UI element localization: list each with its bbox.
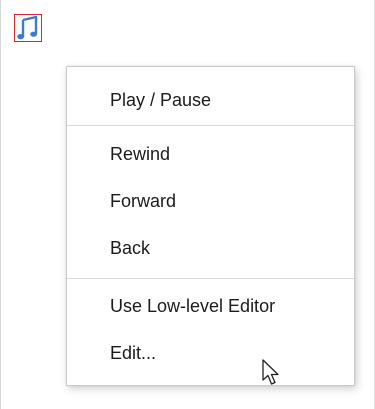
menu-item-rewind[interactable]: Rewind xyxy=(67,131,354,177)
music-control-button[interactable] xyxy=(14,14,42,42)
music-note-icon xyxy=(17,16,38,40)
menu-item-back[interactable]: Back xyxy=(67,225,354,271)
menu-item-use-low-level-editor[interactable]: Use Low-level Editor xyxy=(67,283,354,329)
menu-separator xyxy=(67,125,354,126)
menu-item-play-pause[interactable]: Play / Pause xyxy=(67,77,354,123)
window-left-border xyxy=(0,0,1,409)
mouse-pointer-icon xyxy=(262,359,279,385)
context-menu: Play / Pause Rewind Forward Back Use Low… xyxy=(66,66,355,386)
menu-item-forward[interactable]: Forward xyxy=(67,178,354,224)
menu-separator xyxy=(67,278,354,279)
menu-item-edit[interactable]: Edit... xyxy=(67,330,354,376)
